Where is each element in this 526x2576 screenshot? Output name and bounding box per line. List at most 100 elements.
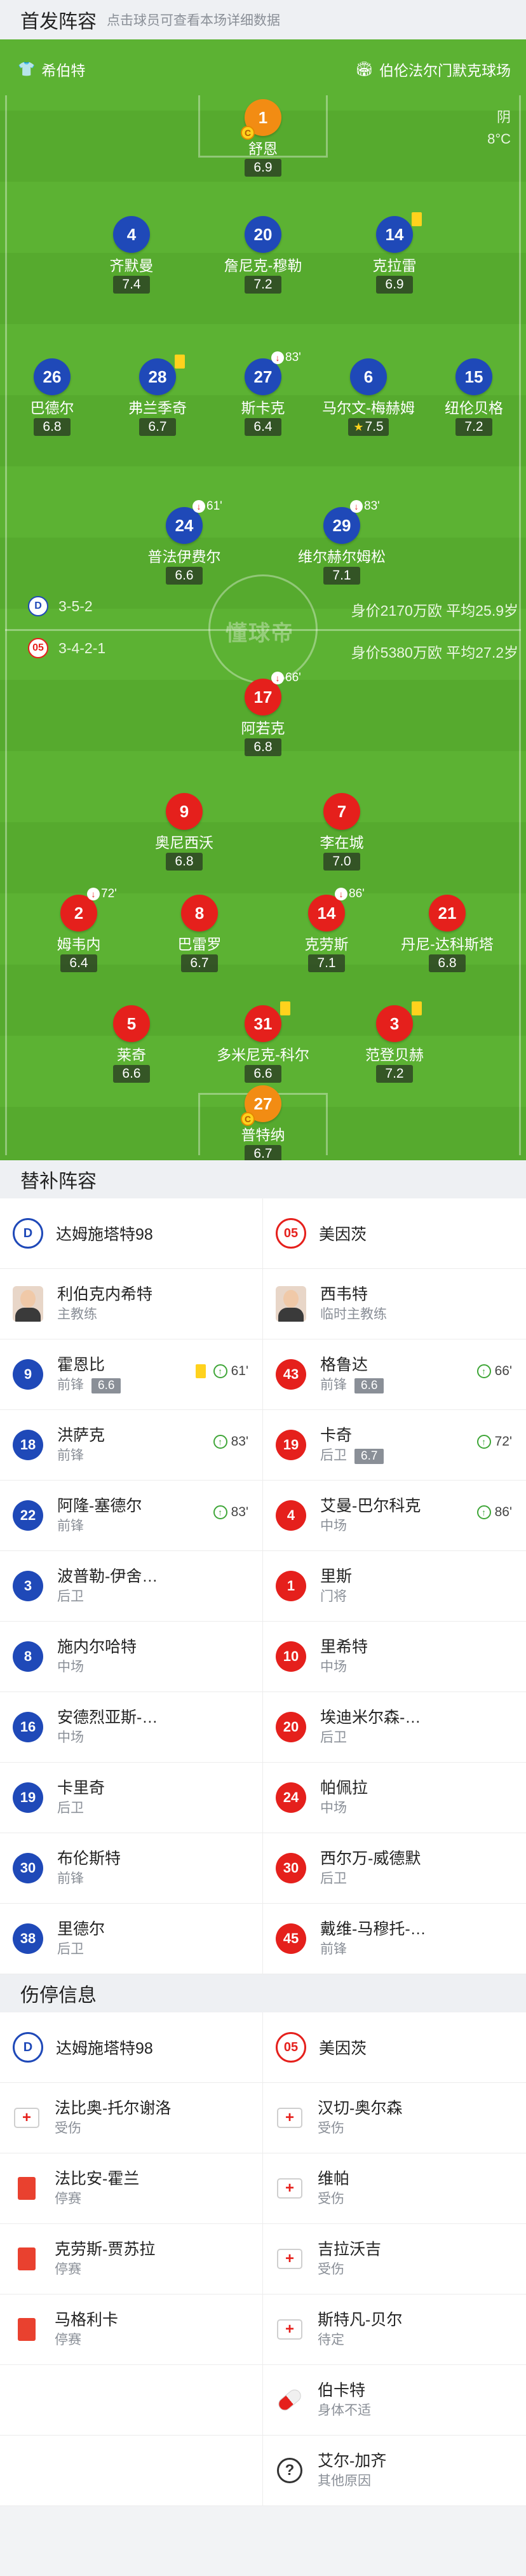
pitch: 👕 希伯特 🏟 伯伦法尔门默克球场 阴 8°C 懂球帝 D 3-5-2 身价21…: [0, 39, 526, 1160]
player-marker[interactable]: 26 巴德尔 6.8: [1, 358, 103, 436]
player-name: 巴德尔: [30, 400, 74, 416]
player-rating: 6.6: [113, 1065, 150, 1083]
sub-player[interactable]: 8 施内尔哈特 中场: [0, 1622, 263, 1691]
player-marker[interactable]: 28 弗兰季奇 6.7: [107, 355, 208, 436]
player-marker[interactable]: 31 多米尼克-科尔 6.6: [212, 1001, 314, 1083]
sub-player[interactable]: 9 霍恩比 前锋 6.6 ↑ 61': [0, 1339, 263, 1409]
home-team-name: 达姆施塔特98: [56, 1226, 153, 1244]
sub-player[interactable]: 22 阿隆-塞德尔 前锋 ↑ 83': [0, 1481, 263, 1550]
home-team-name: 达姆施塔特98: [56, 2040, 153, 2057]
player-marker[interactable]: 27 C 普特纳 6.7: [212, 1085, 314, 1160]
sub-player[interactable]: 38 里德尔 后卫: [0, 1904, 263, 1974]
player-number: 10: [276, 1641, 306, 1672]
injury-status: 其他原因: [318, 2474, 371, 2488]
darmstadt-logo-icon: D: [13, 1218, 43, 1249]
injury-row: 法比安-霍兰 停赛 + 维帕 受伤: [0, 2153, 526, 2224]
player-rating: 6.7: [354, 1449, 384, 1464]
player-name: 汉切-奥尔森: [318, 2099, 403, 2117]
player-rating: 6.6: [354, 1378, 384, 1393]
player-marker[interactable]: 17 ↓ 66' 阿若克 6.8: [212, 671, 314, 756]
sub-player[interactable]: 19 卡奇 后卫 6.7 ↑ 72': [263, 1410, 526, 1480]
injured-player[interactable]: + 维帕 受伤: [263, 2153, 526, 2223]
away-team-name: 美因茨: [319, 2040, 367, 2057]
sub-player[interactable]: 24 帕佩拉 中场: [263, 1763, 526, 1833]
player-name: 吉拉沃吉: [318, 2240, 382, 2258]
injury-status: 停赛: [55, 2333, 81, 2347]
subs-list: D 达姆施塔特98 05 美因茨 利伯克内希特 主教练 西韦特 临时主教练 9 霍恩…: [0, 1198, 526, 1974]
sub-row: 9 霍恩比 前锋 6.6 ↑ 61' 43 格鲁达 前锋 6.6 ↑ 66': [0, 1339, 526, 1410]
injured-player[interactable]: 马格利卡 停赛: [0, 2295, 263, 2364]
player-marker[interactable]: 15 纽伦贝格 7.2: [423, 358, 525, 436]
injured-player[interactable]: ? 艾尔-加齐 其他原因: [263, 2436, 526, 2505]
player-marker[interactable]: 4 齐默曼 7.4: [81, 216, 182, 294]
sub-on-icon: ↑: [213, 1364, 227, 1378]
sub-on-icon: ↑: [476, 1505, 491, 1519]
away-coach[interactable]: 西韦特 临时主教练: [263, 1269, 526, 1339]
player-marker[interactable]: 8 巴雷罗 6.7: [149, 895, 250, 972]
injured-player[interactable]: 法比安-霍兰 停赛: [0, 2153, 263, 2223]
away-badge-icon: 05: [28, 638, 48, 658]
player-rating: 6.6: [91, 1378, 121, 1393]
player-marker[interactable]: 27 ↓ 83' 斯卡克 6.4: [212, 351, 314, 436]
player-marker[interactable]: 14 ↓ 86' 克劳斯 7.1: [276, 887, 377, 972]
player-rating: 7.2: [376, 1065, 413, 1083]
injured-player[interactable]: 伯卡特 身体不适: [263, 2365, 526, 2435]
injured-player[interactable]: + 吉拉沃吉 受伤: [263, 2224, 526, 2294]
sub-player[interactable]: 18 洪萨克 前锋 ↑ 83': [0, 1410, 263, 1480]
sub-player[interactable]: 30 西尔万-威德默 后卫: [263, 1833, 526, 1903]
player-marker[interactable]: 14 克拉雷 6.9: [344, 212, 445, 294]
stadium-name: 伯伦法尔门默克球场: [379, 62, 511, 79]
home-team-cell[interactable]: D 达姆施塔特98: [0, 1198, 263, 1268]
sub-off-icon: ↓: [271, 351, 284, 364]
player-name: 洪萨克: [57, 1427, 105, 1444]
home-formation-row: D 3-5-2: [28, 596, 93, 616]
sub-player[interactable]: 20 埃迪米尔森-… 后卫: [263, 1692, 526, 1762]
watermark-logo: 懂球帝: [226, 621, 294, 646]
player-marker[interactable]: 6 马尔文-梅赫姆 ★7.5: [318, 358, 419, 436]
player-number: 24: [276, 1782, 306, 1813]
injured-player[interactable]: 克劳斯-贾苏拉 停赛: [0, 2224, 263, 2294]
sub-player[interactable]: 19 卡里奇 后卫: [0, 1763, 263, 1833]
sub-player[interactable]: 3 波普勒-伊舍… 后卫: [0, 1551, 263, 1621]
sub-player[interactable]: 43 格鲁达 前锋 6.6 ↑ 66': [263, 1339, 526, 1409]
home-value-text: 身价2170万欧: [351, 602, 442, 619]
sub-row: 38 里德尔 后卫 45 戴维-马穆托-… 前锋: [0, 1904, 526, 1974]
empty-cell: [0, 2436, 263, 2505]
sub-player[interactable]: 1 里斯 门将: [263, 1551, 526, 1621]
player-position: 后卫: [57, 1589, 84, 1604]
player-position: 前锋: [57, 1519, 84, 1533]
sub-player[interactable]: 30 布伦斯特 前锋: [0, 1833, 263, 1903]
injury-status: 受伤: [55, 2121, 81, 2136]
player-marker[interactable]: 1C 舒恩 6.9: [212, 99, 314, 177]
home-team-cell[interactable]: D 达姆施塔特98: [0, 2012, 263, 2082]
player-marker[interactable]: 3 范登贝赫 7.2: [344, 1001, 445, 1083]
injured-player[interactable]: + 汉切-奥尔森 受伤: [263, 2083, 526, 2153]
player-marker[interactable]: 29 ↓ 83' 维尔赫尔姆松 7.1: [291, 499, 393, 585]
lineup-header: 首发阵容 点击球员可查看本场详细数据: [0, 0, 526, 39]
home-team-value: 身价2170万欧 平均25.9岁: [351, 599, 518, 620]
sub-player[interactable]: 10 里希特 中场: [263, 1622, 526, 1691]
player-marker[interactable]: 7 李在城 7.0: [291, 793, 393, 871]
player-name: 齐默曼: [109, 257, 154, 274]
away-team-cell[interactable]: 05 美因茨: [263, 1198, 526, 1268]
sub-off-badge: ↓ 83': [350, 499, 380, 513]
sub-on-icon: ↑: [213, 1435, 227, 1449]
sub-player[interactable]: 16 安德烈亚斯-… 中场: [0, 1692, 263, 1762]
player-name: 西尔万-威德默: [320, 1850, 421, 1868]
sub-player[interactable]: 45 戴维-马穆托-… 前锋: [263, 1904, 526, 1974]
player-marker[interactable]: 5 莱奇 6.6: [81, 1005, 182, 1083]
player-rating: 6.7: [181, 954, 218, 972]
player-rating: 6.8: [245, 738, 281, 756]
home-coach[interactable]: 利伯克内希特 主教练: [0, 1269, 263, 1339]
player-name: 里斯: [320, 1568, 353, 1585]
injured-player[interactable]: + 法比奥-托尔谢洛 受伤: [0, 2083, 263, 2153]
player-marker[interactable]: 20 詹尼克-穆勒 7.2: [212, 216, 314, 294]
player-marker[interactable]: 21 丹尼-达科斯塔 6.8: [396, 895, 498, 972]
away-team-cell[interactable]: 05 美因茨: [263, 2012, 526, 2082]
player-number: 19: [276, 1430, 306, 1460]
injured-player[interactable]: + 斯特凡-贝尔 待定: [263, 2295, 526, 2364]
sub-player[interactable]: 4 艾曼-巴尔科克 中场 ↑ 86': [263, 1481, 526, 1550]
player-marker[interactable]: 9 奥尼西沃 6.8: [133, 793, 235, 871]
player-marker[interactable]: 2 ↓ 72' 姆韦内 6.4: [28, 887, 130, 972]
player-marker[interactable]: 24 ↓ 61' 普法伊费尔 6.6: [133, 499, 235, 585]
